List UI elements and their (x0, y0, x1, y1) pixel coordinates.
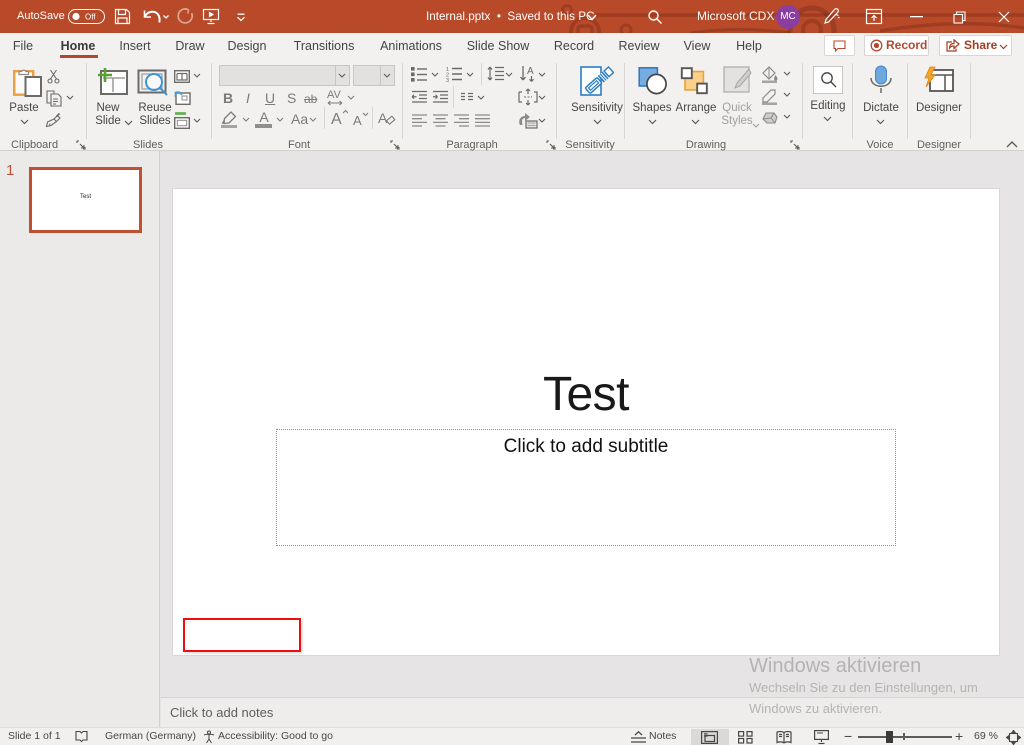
svg-text:Off: Off (85, 13, 96, 22)
svg-text:3: 3 (446, 78, 449, 82)
svg-text:AV: AV (327, 89, 342, 101)
svg-text:A: A (331, 111, 342, 127)
svg-text:A: A (378, 110, 388, 126)
svg-text:A: A (353, 113, 362, 127)
svg-text:A: A (527, 66, 534, 77)
